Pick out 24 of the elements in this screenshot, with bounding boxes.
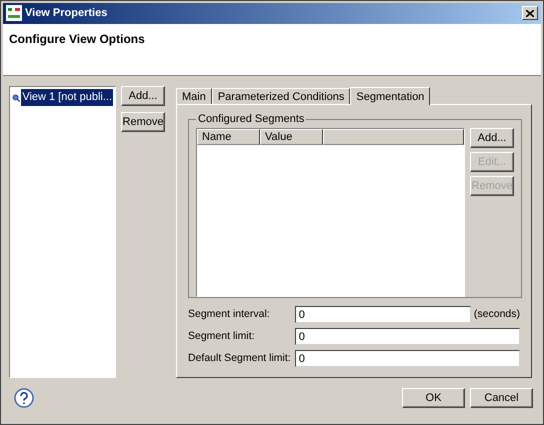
close-icon — [526, 10, 534, 17]
group-title: Configured Segments — [197, 112, 306, 128]
field-label: Segment interval: — [188, 306, 271, 322]
help-icon[interactable] — [14, 388, 34, 408]
add-view-button[interactable]: Add... — [121, 86, 165, 106]
window-title: View Properties — [25, 6, 108, 22]
remove-view-button[interactable]: Remove — [121, 112, 165, 132]
add-segment-button[interactable]: Add... — [470, 128, 514, 148]
header-title: Configure View Options — [9, 32, 145, 46]
ok-button[interactable]: OK — [402, 388, 465, 408]
tab[interactable]: Parameterized Conditions — [212, 88, 350, 104]
input-field[interactable]: 0 — [294, 328, 520, 346]
close-button[interactable] — [522, 6, 538, 20]
app-icon — [6, 5, 22, 22]
column-header[interactable]: Name — [197, 128, 260, 145]
input-field[interactable]: 0 — [294, 350, 520, 368]
input-field[interactable]: 0 — [294, 306, 471, 324]
tab[interactable]: Main — [176, 88, 212, 104]
unit-label: (seconds) — [474, 306, 520, 322]
tab[interactable]: Segmentation — [350, 87, 430, 106]
field-label: Segment limit: — [188, 328, 256, 344]
field-label: Default Segment limit: — [188, 350, 292, 366]
cancel-button[interactable]: Cancel — [470, 388, 533, 408]
column-header[interactable]: Value — [260, 128, 323, 145]
